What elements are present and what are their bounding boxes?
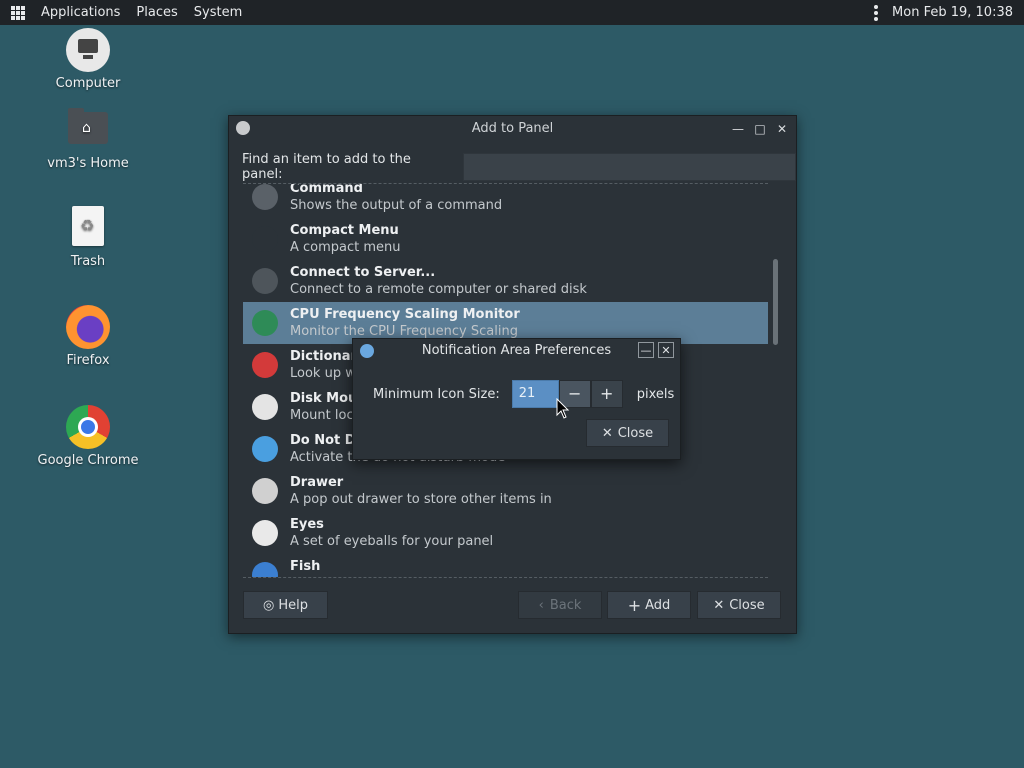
maximize-button[interactable]: □ xyxy=(752,121,768,137)
home-folder-icon: ⌂ xyxy=(66,108,110,152)
minimize-button[interactable]: — xyxy=(730,121,746,137)
drawer-icon xyxy=(252,478,278,504)
dictionary-icon xyxy=(252,352,278,378)
menu-places[interactable]: Places xyxy=(128,0,185,25)
menu-system[interactable]: System xyxy=(186,0,250,25)
plus-icon: + xyxy=(627,595,642,615)
list-item-name: Compact Menu xyxy=(290,223,399,238)
do-not-disturb-icon xyxy=(252,436,278,462)
desktop-icon-label: Google Chrome xyxy=(37,453,139,468)
list-item-name: Fish xyxy=(290,559,321,574)
list-item[interactable]: Command Shows the output of a command xyxy=(243,183,768,218)
desktop-icon-label: Trash xyxy=(70,254,106,269)
back-button[interactable]: ‹ Back xyxy=(518,591,602,619)
desktop-icon-label: Firefox xyxy=(66,353,110,368)
computer-icon xyxy=(66,28,110,72)
trash-icon: ♻ xyxy=(66,206,110,250)
close-icon: ✕ xyxy=(713,597,725,613)
help-button[interactable]: ◎ Help xyxy=(243,591,328,619)
list-item[interactable]: Eyes A set of eyeballs for your panel xyxy=(243,512,768,554)
desktop-icon-firefox[interactable]: Firefox xyxy=(28,305,148,368)
dialog-minimize-button[interactable]: — xyxy=(638,342,654,358)
list-item-name: Connect to Server... xyxy=(290,265,436,280)
menu-applications[interactable]: Applications xyxy=(33,0,128,25)
find-label: Find an item to add to the panel: xyxy=(242,152,411,182)
apps-grid-icon[interactable] xyxy=(11,5,25,20)
desktop-icon-computer[interactable]: Computer xyxy=(28,28,148,91)
grid-menu-icon xyxy=(252,226,278,252)
close-button[interactable]: ✕ Close xyxy=(697,591,781,619)
window-titlebar[interactable]: Add to Panel — □ ✕ xyxy=(229,116,796,142)
panel-options-icon[interactable] xyxy=(874,4,879,21)
list-scrollbar[interactable] xyxy=(770,183,780,576)
list-item-description: Shows the output of a command xyxy=(290,198,503,213)
terminal-icon xyxy=(252,184,278,210)
list-item-description: A compact menu xyxy=(290,240,401,255)
list-item-name: Eyes xyxy=(290,517,324,532)
list-item-name: Command xyxy=(290,183,363,196)
mouse-cursor-icon xyxy=(556,398,570,419)
find-input[interactable] xyxy=(462,153,796,181)
desktop-icon-trash[interactable]: ♻ Trash xyxy=(28,206,148,269)
notification-area-preferences-dialog: Notification Area Preferences — ✕ Minimu… xyxy=(352,338,681,460)
list-item-name: Drawer xyxy=(290,475,344,490)
help-button-label: Help xyxy=(278,597,308,613)
min-icon-size-label: Minimum Icon Size: xyxy=(373,386,500,402)
dialog-title: Notification Area Preferences xyxy=(421,343,612,358)
list-item-description: A set of eyeballs for your panel xyxy=(290,534,494,549)
cpu-chip-icon xyxy=(252,310,278,336)
clock[interactable]: Mon Feb 19, 10:38 xyxy=(892,5,1013,20)
min-icon-size-input[interactable]: 21 xyxy=(511,380,559,408)
increment-button[interactable]: + xyxy=(590,380,623,408)
list-item-description: Display a swimming fish or another anima… xyxy=(290,575,645,577)
dialog-close-window-button[interactable]: ✕ xyxy=(658,342,674,358)
add-button-label: Add xyxy=(645,597,671,613)
help-icon: ◎ xyxy=(263,597,275,613)
desktop-icon-label: vm3's Home xyxy=(47,156,129,171)
desktop-icon-chrome[interactable]: Google Chrome xyxy=(28,405,148,468)
window-title: Add to Panel xyxy=(471,121,554,136)
disk-drive-icon xyxy=(252,394,278,420)
list-item[interactable]: FishDisplay a swimming fish or another a… xyxy=(243,554,768,577)
list-item[interactable]: Drawer A pop out drawer to store other it… xyxy=(243,470,768,512)
dialog-titlebar[interactable]: Notification Area Preferences — ✕ xyxy=(353,339,680,363)
back-button-label: Back xyxy=(549,597,582,613)
add-button[interactable]: + Add xyxy=(607,591,691,619)
list-item[interactable]: Compact Menu A compact menu xyxy=(243,218,768,260)
dialog-close-label: Close xyxy=(617,425,654,441)
eyes-icon xyxy=(252,520,278,546)
unit-label: pixels xyxy=(636,386,675,402)
scrollbar-thumb[interactable] xyxy=(773,259,778,345)
list-item-description: Connect to a remote computer or shared d… xyxy=(290,282,587,297)
fish-icon xyxy=(252,562,278,577)
desktop-icon-label: Computer xyxy=(55,76,121,91)
firefox-icon xyxy=(66,305,110,349)
close-button-label: Close xyxy=(729,597,765,613)
desktop-icon-home[interactable]: ⌂ vm3's Home xyxy=(28,108,148,171)
close-icon: ✕ xyxy=(601,425,613,441)
list-item[interactable]: Connect to Server... Connect to a remote … xyxy=(243,260,768,302)
top-panel: Applications Places System Mon Feb 19, 1… xyxy=(0,0,1024,25)
list-item-name: CPU Frequency Scaling Monitor xyxy=(290,307,520,322)
close-window-button[interactable]: ✕ xyxy=(774,121,790,137)
chevron-left-icon: ‹ xyxy=(538,597,544,613)
chrome-icon xyxy=(66,405,110,449)
network-server-icon xyxy=(252,268,278,294)
list-item-description: A pop out drawer to store other items in xyxy=(290,492,552,507)
dialog-close-button[interactable]: ✕ Close xyxy=(586,419,669,447)
